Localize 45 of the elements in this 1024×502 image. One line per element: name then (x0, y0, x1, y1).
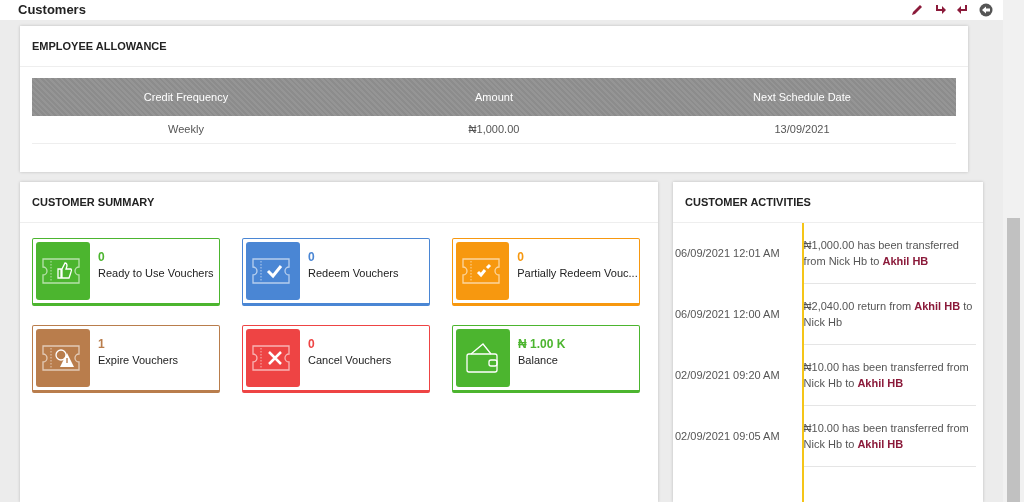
summary-tile[interactable]: 1 Expire Vouchers (32, 325, 220, 393)
count: 0 (308, 336, 316, 352)
tile-label: Ready to Use Vouchers (98, 266, 214, 281)
forward-arrow-icon[interactable] (933, 3, 947, 17)
activity-text: ₦10.00 has been transferred from Nick Hb to Akhil HB (803, 360, 970, 391)
table-cell-text: 13/09/2021 (773, 122, 831, 138)
edit-icon[interactable] (910, 3, 924, 17)
activity-time: 06/09/2021 12:00 AM (674, 307, 780, 323)
back-icon[interactable] (979, 3, 993, 17)
tile-label: Expire Vouchers (98, 353, 179, 368)
tile-label: Partially Redeem Vouc... (517, 266, 636, 281)
card-title: EMPLOYEE ALLOWANCE (32, 38, 167, 54)
card-title: CUSTOMER ACTIVITIES (685, 194, 811, 210)
summary-tile[interactable]: 0 Redeem Vouchers (242, 238, 430, 306)
activity-time: 02/09/2021 09:20 AM (674, 368, 780, 384)
tile-label: Balance (518, 353, 559, 368)
count: 0 (308, 249, 316, 265)
summary-tile[interactable]: 0 Partially Redeem Vouc... (452, 238, 640, 306)
table-cell-text: Weekly (167, 122, 205, 138)
column-header: Next Schedule Date (752, 89, 852, 105)
check-ticket-icon (246, 242, 300, 300)
warning-ticket-icon (36, 329, 90, 387)
page-title: Customers (18, 1, 86, 20)
check-ticket-icon (456, 242, 510, 300)
count: 0 (98, 249, 106, 265)
count: ₦ 1.00 K (518, 336, 566, 352)
activity-text: ₦1,000.00 has been transferred from Nick Hb to Akhil HB (803, 238, 960, 269)
column-header: Amount (474, 89, 514, 105)
count: 0 (517, 249, 525, 265)
tile-label: Redeem Vouchers (308, 266, 399, 281)
wallet-icon (456, 329, 510, 387)
count: 1 (98, 336, 106, 352)
column-header: Credit Frequency (142, 89, 230, 105)
thumbs-up-ticket-icon (36, 242, 90, 300)
table-cell-text: ₦1,000.00 (467, 122, 521, 138)
card-title: CUSTOMER SUMMARY (32, 194, 155, 210)
activity-time: 02/09/2021 09:05 AM (674, 429, 780, 445)
activity-text: ₦2,040.00 return from Akhil HB to Nick Hb (803, 299, 974, 330)
tile-label: Cancel Vouchers (308, 353, 392, 368)
summary-tile[interactable]: 0 Ready to Use Vouchers (32, 238, 220, 306)
activity-text: ₦10.00 has been transferred from Nick Hb to Akhil HB (803, 421, 970, 452)
summary-tile[interactable]: 0 Cancel Vouchers (242, 325, 430, 393)
activity-time: 06/09/2021 12:01 AM (674, 246, 780, 262)
summary-tile[interactable]: ₦ 1.00 K Balance (452, 325, 640, 393)
cross-ticket-icon (246, 329, 300, 387)
